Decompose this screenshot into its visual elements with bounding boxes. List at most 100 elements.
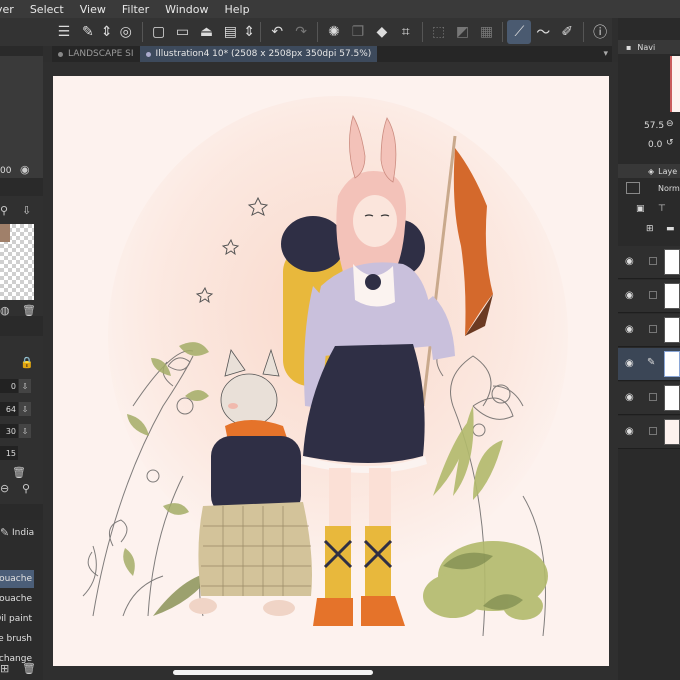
- spiral-icon[interactable]: ◎: [114, 20, 138, 44]
- trash-icon-3[interactable]: 🗑: [22, 662, 36, 675]
- color-picker-icon[interactable]: ◉: [20, 163, 30, 176]
- copy-icon[interactable]: ❐: [346, 20, 370, 44]
- layer-thumbnail: [664, 317, 680, 343]
- help-icon[interactable]: ⓘ: [588, 20, 612, 44]
- hamburger-menu-icon[interactable]: ☰: [52, 20, 76, 44]
- property-field-3[interactable]: 30: [0, 424, 18, 438]
- menu-window[interactable]: Window: [157, 3, 216, 16]
- ruler-icon[interactable]: ⊤: [658, 204, 666, 214]
- layer-lock-checkbox[interactable]: [649, 325, 657, 333]
- deselect-icon[interactable]: ⬚: [427, 20, 451, 44]
- transform-icon[interactable]: ⌗: [394, 20, 418, 44]
- blend-mode-select[interactable]: Norma: [658, 184, 680, 193]
- layers-icon: ◈: [648, 166, 655, 176]
- eye-icon[interactable]: ◉: [625, 256, 634, 267]
- undo-icon[interactable]: ↶: [265, 20, 289, 44]
- menu-filter[interactable]: Filter: [114, 3, 157, 16]
- property-field-2[interactable]: 64: [0, 402, 18, 416]
- right-palette-dock: ▪ Navi 57.5 ⊖ 0.0 ↺ ◈ Laye Norma ▣ ⊤ ⊞ ▬…: [618, 18, 680, 680]
- property-stepper-1[interactable]: ⇩: [19, 379, 31, 393]
- eye-icon[interactable]: ◉: [625, 426, 634, 437]
- save-icon[interactable]: ⏏: [194, 20, 218, 44]
- layer-lock-checkbox[interactable]: [649, 291, 657, 299]
- export-icon[interactable]: ▤: [218, 20, 242, 44]
- menu-help[interactable]: Help: [216, 3, 257, 16]
- invert-selection-icon[interactable]: ◩: [451, 20, 475, 44]
- loading-icon[interactable]: ✺: [322, 20, 346, 44]
- brush-item-oil-paint[interactable]: Oil paint: [0, 610, 34, 628]
- navigator-label: Navi: [637, 42, 656, 52]
- property-stepper-3[interactable]: ⇩: [19, 424, 31, 438]
- snap-ruler-icon[interactable]: ⟋: [507, 20, 532, 44]
- navigator-icon: ▪: [626, 42, 632, 52]
- brush-item-gouache-2[interactable]: Gouache: [0, 590, 34, 608]
- fill-bucket-icon[interactable]: ◆: [370, 20, 394, 44]
- import-icon[interactable]: ⇩: [22, 204, 31, 217]
- tab-illustration[interactable]: Illustration4 10* (2508 x 2508px 350dpi …: [139, 46, 378, 62]
- zoom-value[interactable]: 57.5: [644, 121, 664, 131]
- illustration-canvas[interactable]: [53, 76, 609, 666]
- tab-landscape[interactable]: LANDSCAPE SI: [52, 46, 140, 62]
- new-layer-icon[interactable]: ⊞: [646, 224, 654, 234]
- menu-bar: yer Select View Filter Window Help: [0, 0, 680, 18]
- layer-lock-checkbox[interactable]: [649, 393, 657, 401]
- navigator-header[interactable]: ▪ Navi: [618, 40, 680, 54]
- rotate-icon[interactable]: ↺: [666, 138, 674, 148]
- stepper-icon[interactable]: ⇕: [100, 20, 114, 44]
- pencil-icon: ✎: [647, 357, 656, 368]
- layer-lock-checkbox[interactable]: [649, 257, 657, 265]
- new-file-icon[interactable]: ▢: [147, 20, 171, 44]
- pen-pressure-icon[interactable]: ✐: [555, 20, 579, 44]
- layer-row[interactable]: ◉: [618, 416, 680, 449]
- layer-mask-icon[interactable]: ▣: [636, 204, 645, 214]
- stepper-icon-2[interactable]: ⇕: [242, 20, 256, 44]
- property-stepper-2[interactable]: ⇩: [19, 402, 31, 416]
- layer-lock-checkbox[interactable]: [649, 427, 657, 435]
- document-tabs: LANDSCAPE SI Illustration4 10* (2508 x 2…: [52, 46, 612, 62]
- home-indicator: [173, 670, 373, 675]
- toolbar-divider: [317, 22, 319, 42]
- eye-icon[interactable]: ◉: [625, 392, 634, 403]
- selection-grid-icon[interactable]: ▦: [475, 20, 499, 44]
- clear-icon[interactable]: ◍: [0, 304, 10, 317]
- eye-icon[interactable]: ◉: [625, 290, 634, 301]
- layer-row-selected[interactable]: ◉ ✎: [618, 348, 680, 381]
- trash-icon-2[interactable]: 🗑: [12, 466, 26, 479]
- layer-thumbnail: [664, 419, 680, 445]
- chevron-down-icon[interactable]: ▾: [603, 46, 608, 62]
- property-field-1[interactable]: 0: [0, 379, 18, 393]
- trash-icon[interactable]: 🗑: [22, 304, 36, 317]
- open-folder-icon[interactable]: ▭: [171, 20, 195, 44]
- menu-view[interactable]: View: [72, 3, 114, 16]
- layer-thumbnail: [664, 249, 680, 275]
- wrench-icon[interactable]: ⚲: [22, 482, 30, 495]
- color-wheel-panel[interactable]: [0, 56, 43, 178]
- menu-select[interactable]: Select: [22, 3, 72, 16]
- zoom-icon[interactable]: ⚲: [0, 204, 8, 217]
- redo-icon[interactable]: ↷: [289, 20, 313, 44]
- layer-row[interactable]: ◉: [618, 382, 680, 415]
- property-field-4[interactable]: 15: [0, 446, 18, 460]
- toolbar-left-strip: [0, 18, 52, 46]
- eye-icon[interactable]: ◉: [625, 358, 634, 369]
- brush-item-brush[interactable]: ne brush: [0, 630, 34, 648]
- menu-layer[interactable]: yer: [0, 3, 22, 16]
- stabilizer-icon[interactable]: 〜: [531, 20, 555, 44]
- layer-panel-header[interactable]: ◈ Laye: [618, 164, 680, 178]
- lock-icon[interactable]: 🔒: [20, 356, 34, 369]
- add-brush-icon[interactable]: ⊞: [0, 662, 9, 675]
- edit-icon[interactable]: ✎: [76, 20, 100, 44]
- layer-row[interactable]: ◉: [618, 246, 680, 279]
- new-folder-icon[interactable]: ▬: [666, 224, 675, 234]
- layer-row[interactable]: ◉: [618, 280, 680, 313]
- reset-icon[interactable]: ⊖: [0, 482, 9, 495]
- layer-color-box[interactable]: [626, 182, 640, 194]
- brush-item-gouache[interactable]: Gouache: [0, 570, 34, 588]
- navigator-thumbnail[interactable]: [670, 56, 680, 112]
- layer-row[interactable]: ◉: [618, 314, 680, 347]
- rotation-value[interactable]: 0.0: [648, 140, 662, 150]
- canvas-area[interactable]: [43, 62, 618, 680]
- zoom-out-icon[interactable]: ⊖: [666, 119, 674, 129]
- eye-icon[interactable]: ◉: [625, 324, 634, 335]
- command-bar: ☰ ✎ ⇕ ◎ ▢ ▭ ⏏ ▤ ⇕ ↶ ↷ ✺ ❐ ◆ ⌗ ⬚ ◩ ▦ ⟋ 〜 …: [52, 18, 612, 46]
